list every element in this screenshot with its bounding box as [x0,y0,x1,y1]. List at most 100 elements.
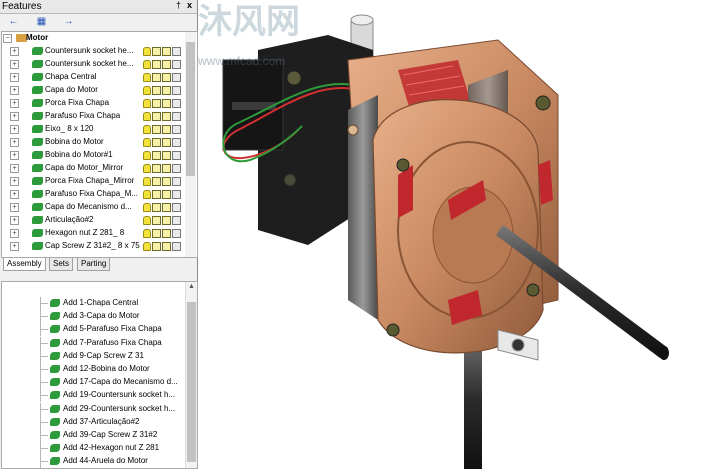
suppress-icon[interactable] [152,151,161,160]
close-icon[interactable]: x [187,0,192,10]
suppress-icon[interactable] [152,138,161,147]
visibility-bulb-icon[interactable] [143,86,151,95]
lock-icon[interactable] [162,73,171,82]
visibility-bulb-icon[interactable] [143,138,151,147]
scroll-up-icon[interactable]: ▲ [186,282,197,292]
visibility-bulb-icon[interactable] [143,242,151,251]
visibility-bulb-icon[interactable] [143,216,151,225]
tree-item[interactable]: + Bobina do Motor#1 [2,149,186,162]
expand-icon[interactable]: + [10,86,19,95]
visibility-bulb-icon[interactable] [143,112,151,121]
history-item[interactable]: Add 17-Capa do Mecanismo d... [2,376,186,390]
link-icon[interactable] [172,164,181,173]
viewport-3d[interactable]: 沐风网 www.mfcad.com [198,0,704,469]
link-icon[interactable] [172,73,181,82]
history-item[interactable]: Add 19-Countersunk socket h... [2,389,186,403]
suppress-icon[interactable] [152,203,161,212]
tree-item[interactable]: + Capa do Motor [2,84,186,97]
tree-item[interactable]: + Parafuso Fixa Chapa [2,110,186,123]
history-item[interactable]: Add 44-Aruela do Motor [2,455,186,468]
feature-tree[interactable]: − Motor + Countersunk socket he... + Counte… [1,31,198,258]
lock-icon[interactable] [162,242,171,251]
tree-item[interactable]: + Porca Fixa Chapa [2,97,186,110]
tree-item[interactable]: + Eixo_ 8 x 120 [2,123,186,136]
lock-icon[interactable] [162,99,171,108]
collapse-icon[interactable]: − [3,34,12,43]
visibility-bulb-icon[interactable] [143,125,151,134]
tree-item[interactable]: + Capa do Motor_Mirror [2,162,186,175]
tree-item[interactable]: + Chapa Central [2,71,186,84]
link-icon[interactable] [172,112,181,121]
tab-parting[interactable]: Parting [77,258,111,271]
expand-icon[interactable]: + [10,164,19,173]
lock-icon[interactable] [162,216,171,225]
suppress-icon[interactable] [152,47,161,56]
filter-icon[interactable]: ▦ [36,16,47,27]
history-item[interactable]: Add 42-Hexagon nut Z 281 [2,442,186,456]
link-icon[interactable] [172,229,181,238]
suppress-icon[interactable] [152,112,161,121]
link-icon[interactable] [172,99,181,108]
lock-icon[interactable] [162,112,171,121]
tree-item[interactable]: + Bobina do Motor [2,136,186,149]
expand-icon[interactable]: + [10,112,19,121]
lock-icon[interactable] [162,203,171,212]
visibility-bulb-icon[interactable] [143,177,151,186]
visibility-bulb-icon[interactable] [143,229,151,238]
link-icon[interactable] [172,177,181,186]
visibility-bulb-icon[interactable] [143,60,151,69]
expand-icon[interactable]: + [10,242,19,251]
expand-icon[interactable]: + [10,125,19,134]
link-icon[interactable] [172,125,181,134]
suppress-icon[interactable] [152,164,161,173]
lock-icon[interactable] [162,229,171,238]
tree-item[interactable]: + Articulação#2 [2,214,186,227]
history-item[interactable]: Add 1-Chapa Central [2,297,186,310]
tree-root-item[interactable]: − Motor [2,32,186,45]
visibility-bulb-icon[interactable] [143,203,151,212]
lock-icon[interactable] [162,164,171,173]
tab-assembly[interactable]: Assembly [3,258,46,271]
visibility-bulb-icon[interactable] [143,190,151,199]
suppress-icon[interactable] [152,216,161,225]
link-icon[interactable] [172,47,181,56]
history-scrollbar[interactable]: ▲ [185,282,197,468]
suppress-icon[interactable] [152,73,161,82]
history-item[interactable]: Add 7-Parafuso Fixa Chapa [2,336,186,350]
history-item[interactable]: Add 9-Cap Screw Z 31 [2,349,186,363]
link-icon[interactable] [172,190,181,199]
link-icon[interactable] [172,60,181,69]
visibility-bulb-icon[interactable] [143,151,151,160]
suppress-icon[interactable] [152,60,161,69]
expand-icon[interactable]: + [10,229,19,238]
expand-icon[interactable]: + [10,60,19,69]
tree-scrollbar-thumb[interactable] [186,42,195,176]
suppress-icon[interactable] [152,242,161,251]
link-icon[interactable] [172,242,181,251]
lock-icon[interactable] [162,177,171,186]
tree-item[interactable]: + Hexagon nut Z 281_ 8 [2,227,186,240]
expand-icon[interactable]: + [10,216,19,225]
expand-icon[interactable]: + [10,138,19,147]
tab-sets[interactable]: Sets [49,258,74,271]
history-item[interactable]: Add 39-Cap Screw Z 31#2 [2,429,186,442]
visibility-bulb-icon[interactable] [143,99,151,108]
suppress-icon[interactable] [152,190,161,199]
tree-item[interactable]: + Capa do Mecanismo d... [2,201,186,214]
expand-icon[interactable]: + [10,99,19,108]
history-item[interactable]: Add 3-Capa do Motor [2,310,186,324]
suppress-icon[interactable] [152,177,161,186]
suppress-icon[interactable] [152,99,161,108]
lock-icon[interactable] [162,86,171,95]
history-scrollbar-thumb[interactable] [187,302,196,462]
expand-icon[interactable]: + [10,177,19,186]
pin-icon[interactable]: † [176,0,181,10]
suppress-icon[interactable] [152,86,161,95]
expand-icon[interactable]: + [10,151,19,160]
tree-item[interactable]: + Parafuso Fixa Chapa_M... [2,188,186,201]
lock-icon[interactable] [162,151,171,160]
tree-item[interactable]: + Countersunk socket he... [2,45,186,58]
lock-icon[interactable] [162,138,171,147]
tree-item[interactable]: + Porca Fixa Chapa_Mirror [2,175,186,188]
tree-item[interactable]: + Cap Screw Z 31#2_ 8 x 75 [2,240,186,253]
